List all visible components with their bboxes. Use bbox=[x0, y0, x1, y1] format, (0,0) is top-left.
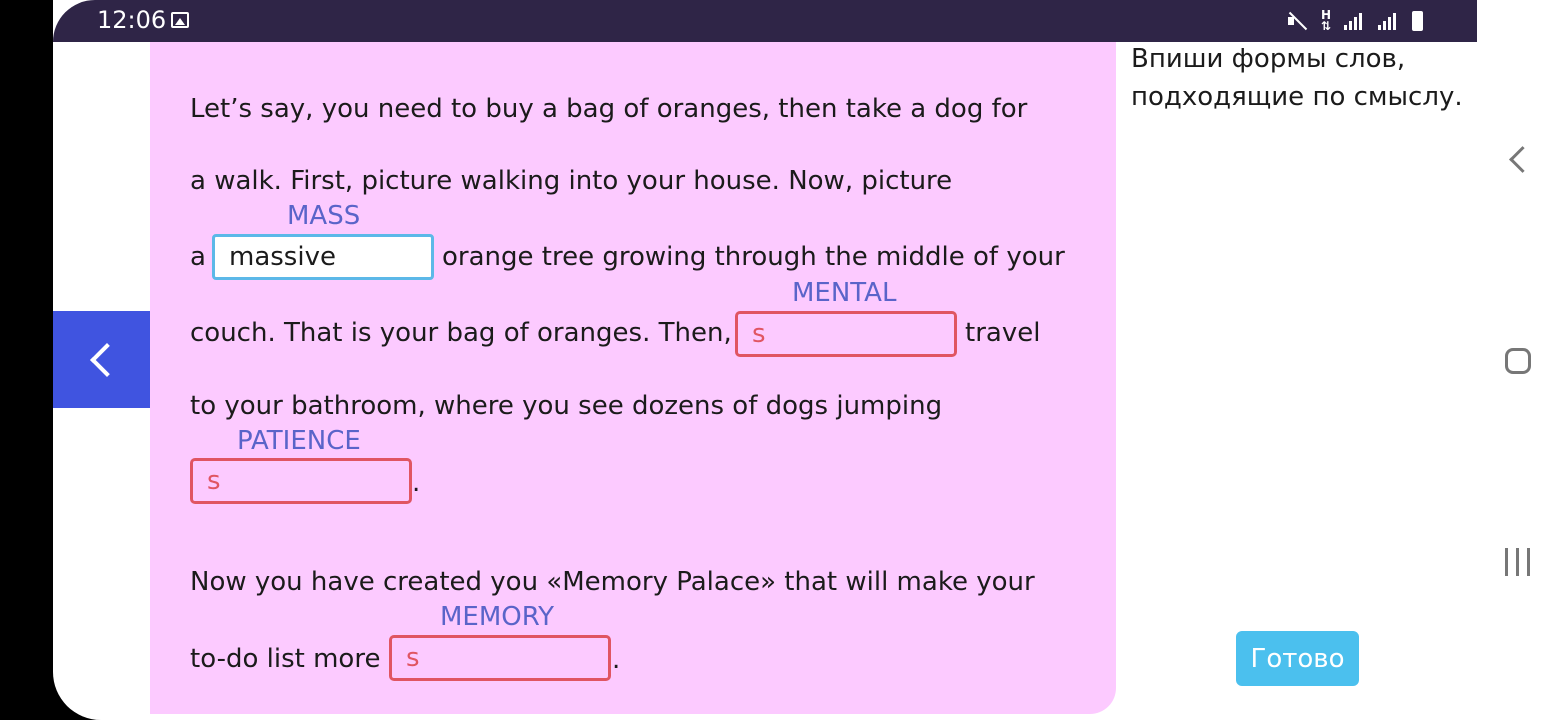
data-label: H bbox=[1320, 8, 1332, 22]
status-time: 12:06 bbox=[97, 6, 167, 34]
text-line: a walk. First, picture walking into your… bbox=[190, 166, 953, 196]
mute-icon bbox=[1286, 11, 1308, 31]
status-icons: H ⇅ bbox=[1286, 9, 1423, 33]
text-line: a bbox=[190, 242, 206, 272]
chevron-left-icon bbox=[89, 342, 124, 377]
text-punctuation: . bbox=[612, 645, 621, 675]
system-nav-bar bbox=[1477, 0, 1560, 720]
text-line: couch. That is your bag of oranges. Then… bbox=[190, 318, 732, 348]
previous-page-button[interactable] bbox=[53, 311, 150, 408]
answer-input-patience[interactable]: s bbox=[190, 458, 412, 504]
nav-back-icon[interactable] bbox=[1509, 146, 1536, 173]
gap-hint-patience: PATIENCE bbox=[237, 426, 361, 456]
task-instruction: Впиши формы слов, подходящие по смыслу. bbox=[1131, 40, 1463, 116]
gap-hint-mental: MENTAL bbox=[792, 278, 897, 308]
signal-icon bbox=[1344, 12, 1366, 30]
signal-icon bbox=[1378, 12, 1400, 30]
instruction-line: подходящие по смыслу. bbox=[1131, 82, 1463, 112]
gap-hint-mass: MASS bbox=[287, 201, 361, 231]
nav-recents-icon[interactable] bbox=[1505, 548, 1531, 576]
image-icon bbox=[171, 12, 189, 28]
gap-hint-memory: MEMORY bbox=[440, 602, 555, 632]
answer-input-mental[interactable]: s bbox=[735, 311, 957, 357]
text-line: Now you have created you «Memory Palace»… bbox=[190, 567, 1035, 597]
text-punctuation: . bbox=[412, 468, 421, 498]
exercise-text-panel: Let’s say, you need to buy a bag of oran… bbox=[150, 42, 1116, 714]
text-line: to-do list more bbox=[190, 644, 381, 674]
text-line: Let’s say, you need to buy a bag of oran… bbox=[190, 94, 1028, 124]
instruction-line: Впиши формы слов, bbox=[1131, 44, 1406, 74]
app-screen: 12:06 H ⇅ Let’s say, you need to buy a ba… bbox=[53, 0, 1477, 720]
answer-input-memory[interactable]: s bbox=[389, 635, 611, 681]
answer-input-mass[interactable]: massive bbox=[212, 234, 434, 280]
status-bar: 12:06 H ⇅ bbox=[53, 0, 1477, 42]
mobile-data-icon: H ⇅ bbox=[1320, 8, 1332, 33]
text-line: travel bbox=[965, 318, 1041, 348]
done-button[interactable]: Готово bbox=[1236, 631, 1359, 686]
battery-icon bbox=[1412, 11, 1423, 31]
text-line: orange tree growing through the middle o… bbox=[442, 242, 1065, 272]
text-line: to your bathroom, where you see dozens o… bbox=[190, 391, 943, 421]
nav-home-icon[interactable] bbox=[1505, 348, 1531, 374]
